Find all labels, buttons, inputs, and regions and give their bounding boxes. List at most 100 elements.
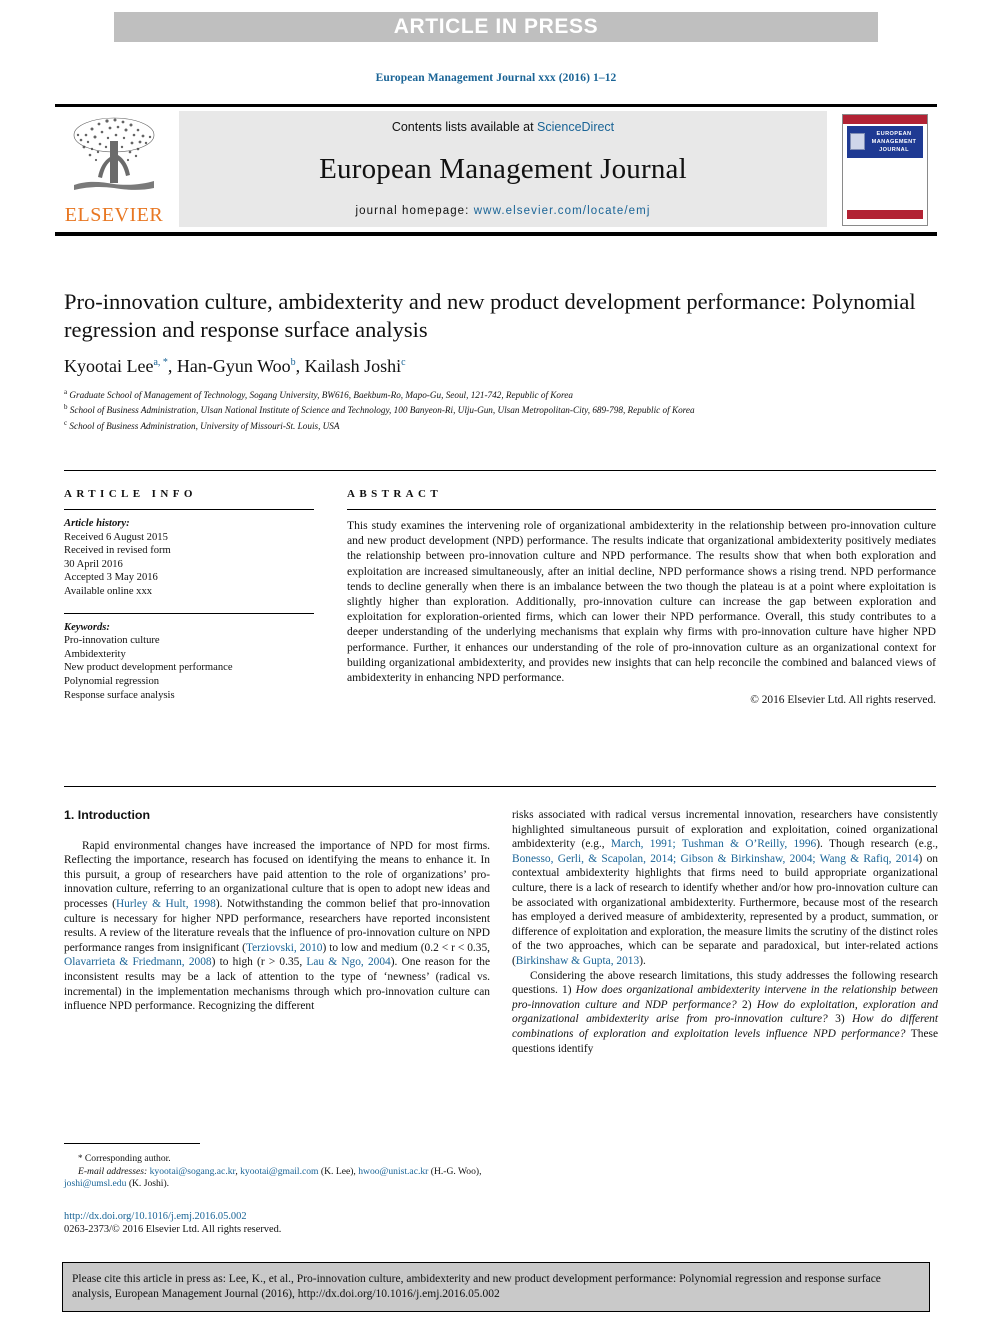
paragraph: risks associated with radical versus inc…: [512, 809, 939, 967]
journal-cover-thumbnail: EUROPEAN MANAGEMENT JOURNAL: [833, 107, 937, 232]
citation-link[interactable]: Olavarrieta & Friedmann, 2008: [64, 956, 212, 968]
history-line: Accepted 3 May 2016: [64, 572, 158, 584]
body-column-right: risks associated with radical versus inc…: [512, 808, 938, 1056]
paragraph: Rapid environmental changes have increas…: [64, 839, 491, 1013]
article-in-press-banner: ARTICLE IN PRESS: [114, 12, 878, 42]
abstract-heading: ABSTRACT: [347, 488, 443, 500]
keyword-item: Response surface analysis: [64, 689, 175, 701]
citation-notice-box: Please cite this article in press as: Le…: [62, 1262, 930, 1312]
affiliation-mark: b: [64, 403, 68, 412]
citation-link[interactable]: Lau & Ngo, 2004: [306, 956, 390, 968]
affiliation-mark: c: [64, 418, 68, 427]
running-head: European Management Journal xxx (2016) 1…: [375, 72, 617, 84]
history-line: Available online xxx: [64, 585, 153, 597]
affiliation-list: a Graduate School of Management of Techn…: [64, 386, 936, 432]
affiliation-text: School of Business Administration, Ulsan…: [69, 405, 695, 416]
corresponding-author-note: * Corresponding author.: [64, 1152, 490, 1166]
author-name: Kyootai Lee: [64, 356, 154, 376]
affiliation-text: School of Business Administration, Unive…: [69, 421, 340, 431]
cover-title-text: EUROPEAN MANAGEMENT JOURNAL: [871, 130, 917, 153]
author-marks: a, *: [153, 357, 168, 368]
citation-link[interactable]: March, 1991; Tushman & O’Reilly, 1996: [611, 838, 816, 850]
abstract-rule: [347, 509, 936, 510]
cover-emblem-icon: [850, 133, 865, 150]
email-owner: (H.-G. Woo),: [430, 1165, 482, 1177]
asterisk-icon: *: [78, 1153, 83, 1163]
keywords-label: Keywords:: [64, 621, 110, 633]
keyword-item: Polynomial regression: [64, 675, 160, 687]
footnote-block: * Corresponding author. E-mail addresses…: [64, 1152, 490, 1191]
footnote-separator-rule: [64, 1143, 200, 1144]
email-link[interactable]: kyootai@gmail.com: [240, 1166, 318, 1177]
keyword-item: Ambidexterity: [64, 648, 126, 660]
email-link[interactable]: joshi@umsl.edu: [64, 1178, 126, 1189]
email-owner: (K. Lee),: [320, 1165, 356, 1177]
abstract-section-bottom-rule: [64, 786, 936, 787]
abstract-text: This study examines the intervening role…: [347, 519, 936, 685]
cover-title-band: EUROPEAN MANAGEMENT JOURNAL: [847, 125, 923, 158]
article-history-label: Article history:: [64, 518, 130, 529]
article-info-column: ARTICLE INFO Article history: Received 6…: [64, 488, 314, 702]
contents-available-line: Contents lists available at ScienceDirec…: [392, 120, 614, 134]
cover-bottom-band: [847, 209, 923, 219]
history-line: 30 April 2016: [64, 558, 123, 570]
author-name: Han-Gyun Woo: [176, 356, 291, 376]
email-link-cont[interactable]: unist.ac.kr: [388, 1166, 428, 1177]
body-column-left: 1. Introduction Rapid environmental chan…: [64, 808, 490, 1014]
elsevier-wordmark: ELSEVIER: [64, 204, 164, 226]
abstract-column: ABSTRACT This study examines the interve…: [347, 488, 936, 706]
issn-copyright-line: 0263-2373/© 2016 Elsevier Ltd. All right…: [64, 1224, 282, 1236]
elsevier-logo: ELSEVIER: [55, 107, 173, 232]
affiliation-text: Graduate School of Management of Technol…: [69, 390, 573, 401]
homepage-url-link[interactable]: www.elsevier.com/locate/emj: [474, 205, 651, 217]
email-addresses-label: E-mail addresses:: [78, 1165, 148, 1177]
doi-link[interactable]: http://dx.doi.org/10.1016/j.emj.2016.05.…: [64, 1210, 494, 1223]
article-info-rule: [64, 509, 314, 510]
abstract-copyright: © 2016 Elsevier Ltd. All rights reserved…: [750, 694, 936, 707]
article-info-heading: ARTICLE INFO: [64, 488, 197, 500]
sciencedirect-link[interactable]: ScienceDirect: [537, 120, 614, 134]
citation-link[interactable]: Bonesso, Gerli, & Scapolan, 2014; Gibson…: [512, 853, 919, 865]
history-line: Received 6 August 2015: [64, 531, 168, 543]
email-link[interactable]: hwoo@: [358, 1166, 388, 1177]
affiliation-item: c School of Business Administration, Uni…: [64, 417, 936, 432]
corresponding-author-text: Corresponding author.: [84, 1153, 171, 1164]
author-marks: b: [290, 357, 296, 368]
journal-homepage-line: journal homepage: www.elsevier.com/locat…: [356, 205, 651, 217]
title-block: Pro-innovation culture, ambidexterity an…: [64, 288, 936, 432]
paragraph: Considering the above research limitatio…: [512, 969, 939, 1055]
email-link[interactable]: kyootai@sogang.ac.kr: [150, 1166, 236, 1177]
journal-title: European Management Journal: [319, 153, 687, 185]
citation-notice-text: Please cite this article in press as: Le…: [72, 1272, 881, 1301]
elsevier-tree-icon: [73, 117, 155, 190]
citation-link[interactable]: Terziovski, 2010: [246, 942, 323, 954]
keywords-block: Keywords: Pro-innovation culture Ambidex…: [64, 621, 314, 703]
page-title: Pro-innovation culture, ambidexterity an…: [64, 289, 916, 342]
article-in-press-label: ARTICLE IN PRESS: [393, 15, 599, 38]
affiliation-item: a Graduate School of Management of Techn…: [64, 386, 936, 401]
author-name: Kailash Joshi: [304, 356, 402, 376]
masthead-center: Contents lists available at ScienceDirec…: [179, 111, 827, 227]
author-marks: c: [401, 357, 406, 368]
info-section-top-rule: [64, 470, 936, 471]
section-heading-introduction: 1. Introduction: [64, 808, 151, 822]
keyword-item: Pro-innovation culture: [64, 635, 160, 647]
cover-top-band: [843, 114, 927, 124]
cover-image: EUROPEAN MANAGEMENT JOURNAL: [842, 113, 928, 226]
keywords-rule: [64, 612, 314, 614]
contents-prefix: Contents lists available at: [391, 120, 538, 134]
history-line: Received in revised form: [64, 545, 171, 557]
affiliation-item: b School of Business Administration, Uls…: [64, 401, 936, 416]
doi-block: http://dx.doi.org/10.1016/j.emj.2016.05.…: [64, 1210, 494, 1237]
journal-masthead: ELSEVIER Contents lists available at Sci…: [55, 104, 937, 236]
keyword-item: New product development performance: [64, 662, 233, 674]
citation-link[interactable]: Hurley & Hult, 1998: [116, 898, 216, 910]
masthead-bottom-rule: [55, 232, 937, 236]
email-owner: (K. Joshi).: [128, 1178, 170, 1190]
homepage-prefix: journal homepage:: [355, 205, 474, 217]
affiliation-mark: a: [64, 388, 68, 396]
citation-link[interactable]: Birkinshaw & Gupta, 2013: [516, 955, 639, 967]
article-history-block: Article history: Received 6 August 2015 …: [64, 517, 314, 599]
author-list: Kyootai Leea, *, Han-Gyun Woob, Kailash …: [64, 356, 406, 376]
email-addresses-note: E-mail addresses: kyootai@sogang.ac.kr, …: [64, 1165, 482, 1190]
